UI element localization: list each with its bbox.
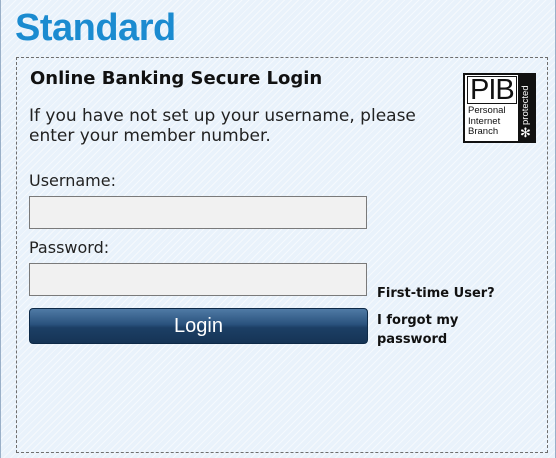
login-page: Standard Online Banking Secure Login If …	[0, 0, 556, 458]
pib-mark-text: PIB	[467, 76, 517, 105]
login-button[interactable]: Login	[29, 308, 368, 344]
password-input[interactable]	[29, 263, 367, 296]
username-label: Username:	[29, 171, 116, 190]
pib-mark: PIB	[467, 75, 517, 105]
pib-description: Personal Internet Branch	[468, 105, 506, 137]
forgot-password-link[interactable]: I forgot my password	[377, 311, 497, 349]
first-time-user-link[interactable]: First-time User?	[377, 284, 495, 303]
username-input[interactable]	[29, 196, 367, 229]
asterisk-icon: ✻	[520, 126, 531, 141]
login-instructions: If you have not set up your username, pl…	[29, 106, 416, 146]
pib-protected-label: protected	[520, 85, 531, 125]
pib-protected-badge: protected ✻	[518, 75, 534, 141]
login-heading: Online Banking Secure Login	[30, 68, 323, 89]
pib-logo: PIB Personal Internet Branch protected ✻	[463, 73, 536, 143]
login-panel: Online Banking Secure Login If you have …	[16, 57, 548, 453]
brand-title: Standard	[15, 7, 176, 49]
password-label: Password:	[29, 238, 110, 257]
